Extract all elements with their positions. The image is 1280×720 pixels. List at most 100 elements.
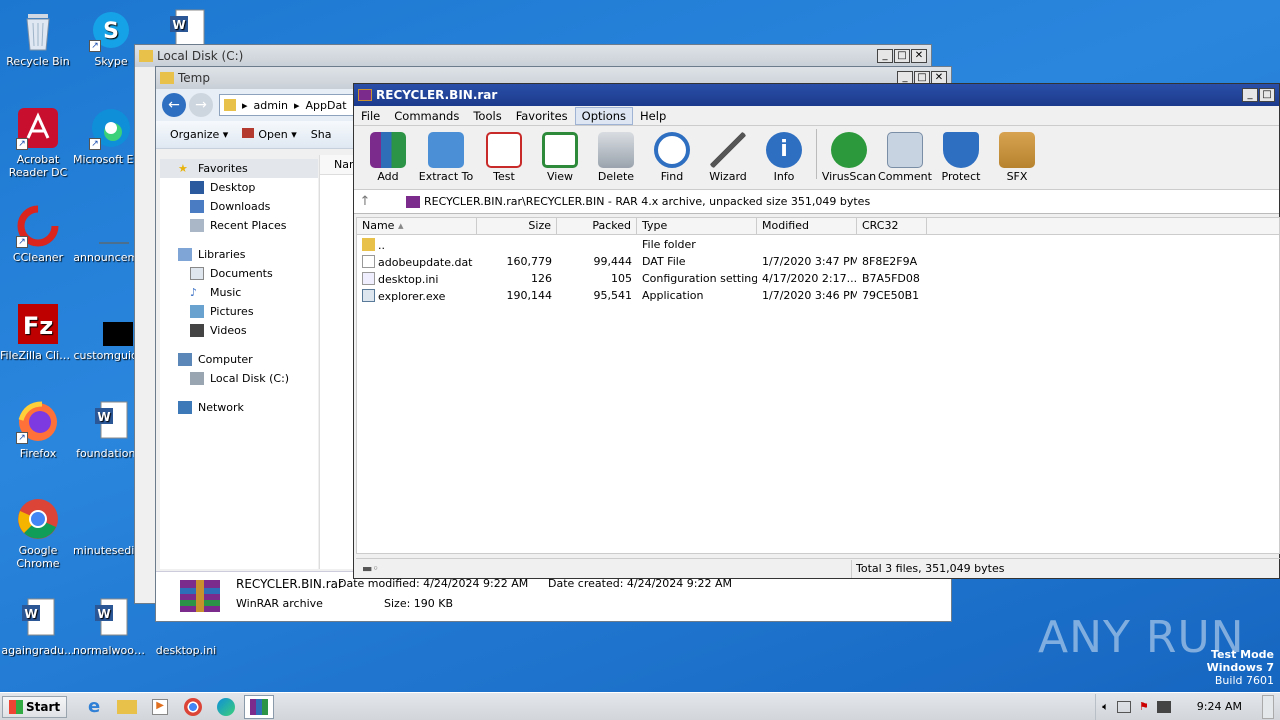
- music-icon: ♪: [190, 286, 198, 299]
- info-button[interactable]: i Info: [756, 132, 812, 183]
- nav-documents[interactable]: Documents: [160, 264, 318, 283]
- volume-icon[interactable]: 🔈︎: [1102, 700, 1109, 714]
- videos-icon: [190, 324, 204, 337]
- desktop-icon-acrobat[interactable]: ↗ Acrobat Reader DC: [0, 106, 76, 179]
- wizard-button[interactable]: Wizard: [700, 132, 756, 183]
- folder-icon: [362, 237, 375, 251]
- magnifier-icon: [654, 132, 690, 168]
- network-tray-icon[interactable]: [1116, 700, 1131, 713]
- show-desktop-button[interactable]: [1262, 694, 1274, 719]
- start-button[interactable]: Start: [2, 695, 68, 718]
- winrar-toolbar: Add Extract To Test View Delete Find Wiz…: [354, 126, 1279, 190]
- column-crc32[interactable]: CRC32: [857, 218, 927, 235]
- organize-button[interactable]: Organize ▾: [170, 128, 228, 141]
- column-name[interactable]: Name ▴: [357, 218, 477, 235]
- menu-file[interactable]: File: [354, 107, 387, 125]
- edge-icon: ↗: [89, 106, 133, 150]
- chevron-right-icon: ▸: [242, 98, 248, 112]
- desktop-icon-chrome[interactable]: Google Chrome: [0, 497, 76, 570]
- view-book-icon: [542, 132, 578, 168]
- winrar-icon: [358, 89, 372, 101]
- nav-desktop[interactable]: Desktop: [160, 178, 318, 197]
- skype-icon: S ↗: [89, 8, 133, 52]
- desktop-icon-againgradu[interactable]: W againgradu...: [0, 597, 76, 657]
- explorer-title-bar[interactable]: Local Disk (C:) _ □ ✕: [135, 45, 931, 67]
- extract-to-button[interactable]: Extract To: [416, 132, 476, 183]
- share-button[interactable]: Sha: [311, 128, 332, 141]
- close-button[interactable]: ✕: [911, 49, 927, 63]
- settings-file-icon: [362, 271, 375, 285]
- taskbar-explorer-icon[interactable]: [112, 695, 142, 719]
- column-packed[interactable]: Packed: [557, 218, 637, 235]
- view-button[interactable]: View: [532, 132, 588, 183]
- table-row[interactable]: desktop.ini 126 105 Configuration settin…: [357, 270, 1279, 287]
- find-button[interactable]: Find: [644, 132, 700, 183]
- minimize-button[interactable]: _: [877, 49, 893, 63]
- ccleaner-icon: ↗: [16, 204, 60, 248]
- action-center-flag-icon[interactable]: ⚑: [1139, 700, 1149, 713]
- desktop-icon-filezilla[interactable]: Fz FileZilla Client: [0, 302, 76, 362]
- back-arrow-icon[interactable]: ←: [162, 93, 186, 117]
- desktop-icon-normalwood[interactable]: W normalwood...: [73, 597, 149, 657]
- display-tray-icon[interactable]: [1156, 700, 1171, 713]
- table-row[interactable]: .. File folder: [357, 236, 1279, 253]
- winrar-status-bar: ▬◦ Total 3 files, 351,049 bytes: [356, 558, 1280, 578]
- taskbar-chrome-icon[interactable]: [178, 695, 208, 719]
- table-row[interactable]: explorer.exe 190,144 95,541 Application …: [357, 287, 1279, 304]
- taskbar-ie-icon[interactable]: e: [79, 695, 109, 719]
- archive-path[interactable]: RECYCLER.BIN.rar\RECYCLER.BIN - RAR 4.x …: [424, 195, 870, 208]
- nav-music[interactable]: ♪ Music: [160, 283, 318, 302]
- column-modified[interactable]: Modified: [757, 218, 857, 235]
- minimize-button[interactable]: _: [1242, 88, 1258, 102]
- sort-up-icon: ▴: [397, 219, 404, 232]
- column-type[interactable]: Type: [637, 218, 757, 235]
- file-icon: [362, 254, 375, 268]
- nav-downloads[interactable]: Downloads: [160, 197, 318, 216]
- column-size[interactable]: Size: [477, 218, 557, 235]
- word-document-icon: W: [89, 400, 133, 444]
- table-row[interactable]: adobeupdate.dat 160,779 99,444 DAT File …: [357, 253, 1279, 270]
- maximize-button[interactable]: □: [894, 49, 910, 63]
- archive-path-bar: ↑ RECYCLER.BIN.rar\RECYCLER.BIN - RAR 4.…: [354, 190, 1279, 214]
- winrar-title-bar[interactable]: RECYCLER.BIN.rar _ □: [354, 84, 1279, 106]
- menu-commands[interactable]: Commands: [387, 107, 466, 125]
- clock[interactable]: 9:24 AM: [1197, 700, 1242, 713]
- file-list-pane: Nam: [319, 155, 360, 569]
- nav-local-disk[interactable]: Local Disk (C:): [160, 369, 318, 388]
- desktop-icon-recycle-bin[interactable]: Recycle Bin: [0, 8, 76, 68]
- nav-videos[interactable]: Videos: [160, 321, 318, 340]
- nav-computer[interactable]: Computer: [160, 350, 318, 369]
- test-checklist-icon: [486, 132, 522, 168]
- name-column-header[interactable]: Nam: [320, 155, 360, 175]
- sfx-box-icon: [999, 132, 1035, 168]
- extract-folder-icon: [428, 132, 464, 168]
- nav-libraries[interactable]: Libraries: [160, 245, 318, 264]
- delete-button[interactable]: Delete: [588, 132, 644, 183]
- sfx-button[interactable]: SFX: [989, 132, 1045, 183]
- add-button[interactable]: Add: [360, 132, 416, 183]
- comment-button[interactable]: Comment: [877, 132, 933, 183]
- taskbar-media-player-icon[interactable]: ▶: [145, 695, 175, 719]
- menu-help[interactable]: Help: [633, 107, 673, 125]
- nav-network[interactable]: Network: [160, 398, 318, 417]
- test-button[interactable]: Test: [476, 132, 532, 183]
- downloads-icon: [190, 200, 204, 213]
- maximize-button[interactable]: □: [1259, 88, 1275, 102]
- menu-favorites[interactable]: Favorites: [509, 107, 575, 125]
- nav-pictures[interactable]: Pictures: [160, 302, 318, 321]
- open-button[interactable]: Open ▾: [242, 128, 297, 141]
- forward-arrow-icon[interactable]: →: [189, 93, 213, 117]
- nav-favorites[interactable]: ★ Favorites: [160, 159, 318, 178]
- menu-options[interactable]: Options: [574, 106, 634, 125]
- protect-button[interactable]: Protect: [933, 132, 989, 183]
- nav-recent-places[interactable]: Recent Places: [160, 216, 318, 235]
- taskbar-edge-icon[interactable]: [211, 695, 241, 719]
- virusscan-button[interactable]: VirusScan: [821, 132, 877, 183]
- menu-tools[interactable]: Tools: [466, 107, 508, 125]
- up-arrow-icon[interactable]: ↑: [354, 194, 376, 209]
- desktop-icon-firefox[interactable]: ↗ Firefox: [0, 400, 76, 460]
- desktop-icon-ccleaner[interactable]: ↗ CCleaner: [0, 204, 76, 264]
- taskbar: Start e ▶ 🔈︎ ⚑ 9:24 AM: [0, 692, 1280, 720]
- taskbar-winrar-icon[interactable]: [244, 694, 275, 719]
- shortcut-arrow-icon: ↗: [16, 432, 28, 444]
